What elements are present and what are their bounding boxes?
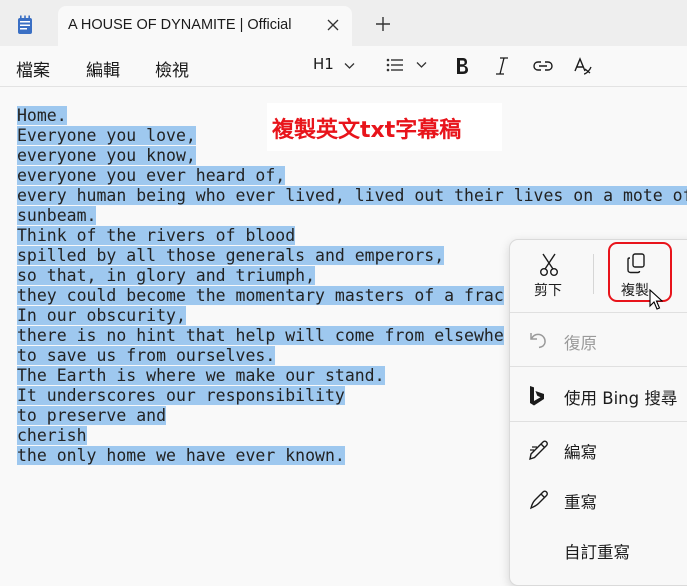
undo-item[interactable]: 復原: [510, 316, 687, 366]
menu-divider: [510, 366, 687, 367]
annotation-caption: 複製英文txt字幕稿: [267, 103, 502, 151]
menu-edit[interactable]: 編輯: [86, 56, 120, 81]
text-line: sunbeam.: [17, 206, 97, 225]
undo-icon: [530, 333, 546, 349]
menu-divider: [593, 254, 594, 294]
text-line: everyone you ever heard of,: [17, 166, 286, 185]
menu-divider: [510, 312, 687, 313]
compose-label: 編寫: [564, 443, 597, 462]
chevron-down-icon[interactable]: [416, 61, 427, 69]
close-icon[interactable]: [326, 18, 340, 32]
undo-label: 復原: [564, 334, 597, 353]
bing-search-item[interactable]: 使用 Bing 搜尋: [510, 371, 687, 421]
text-line: every human being who ever lived, lived …: [17, 186, 687, 206]
custom-rewrite-label: 自訂重寫: [564, 543, 630, 562]
heading-dropdown[interactable]: H1: [313, 55, 334, 75]
menu-bar: 檔案 編輯 檢視 H1: [0, 46, 687, 87]
bing-search-label: 使用 Bing 搜尋: [564, 389, 678, 408]
menu-divider: [510, 421, 687, 422]
menu-view[interactable]: 檢視: [155, 56, 189, 81]
tab-title: A HOUSE OF DYNAMITE | Official: [68, 17, 292, 33]
plus-icon[interactable]: [375, 16, 391, 32]
cut-label: 剪下: [534, 283, 562, 299]
bold-icon[interactable]: [455, 57, 469, 75]
list-icon[interactable]: [386, 58, 404, 72]
mouse-pointer-icon: [649, 289, 663, 310]
notepad-icon: [18, 15, 32, 34]
rewrite-label: 重寫: [564, 493, 597, 512]
rewrite-item[interactable]: 重寫: [510, 475, 687, 525]
compose-icon: [529, 440, 548, 461]
scissors-icon: [540, 253, 558, 276]
menu-file[interactable]: 檔案: [16, 56, 50, 81]
pen-icon: [529, 490, 548, 510]
bing-icon: [530, 386, 544, 406]
cut-button[interactable]: 剪下: [512, 251, 584, 301]
clear-formatting-icon[interactable]: [573, 56, 593, 76]
link-icon[interactable]: [533, 60, 553, 72]
chevron-down-icon[interactable]: [344, 62, 355, 70]
tab-document[interactable]: A HOUSE OF DYNAMITE | Official: [58, 6, 352, 48]
custom-rewrite-item[interactable]: 自訂重寫: [510, 525, 687, 575]
italic-icon[interactable]: [495, 57, 509, 75]
title-bar: A HOUSE OF DYNAMITE | Official: [0, 0, 687, 48]
annotation-text: 複製英文txt字幕稿: [272, 118, 462, 143]
compose-item[interactable]: 編寫: [510, 425, 687, 475]
